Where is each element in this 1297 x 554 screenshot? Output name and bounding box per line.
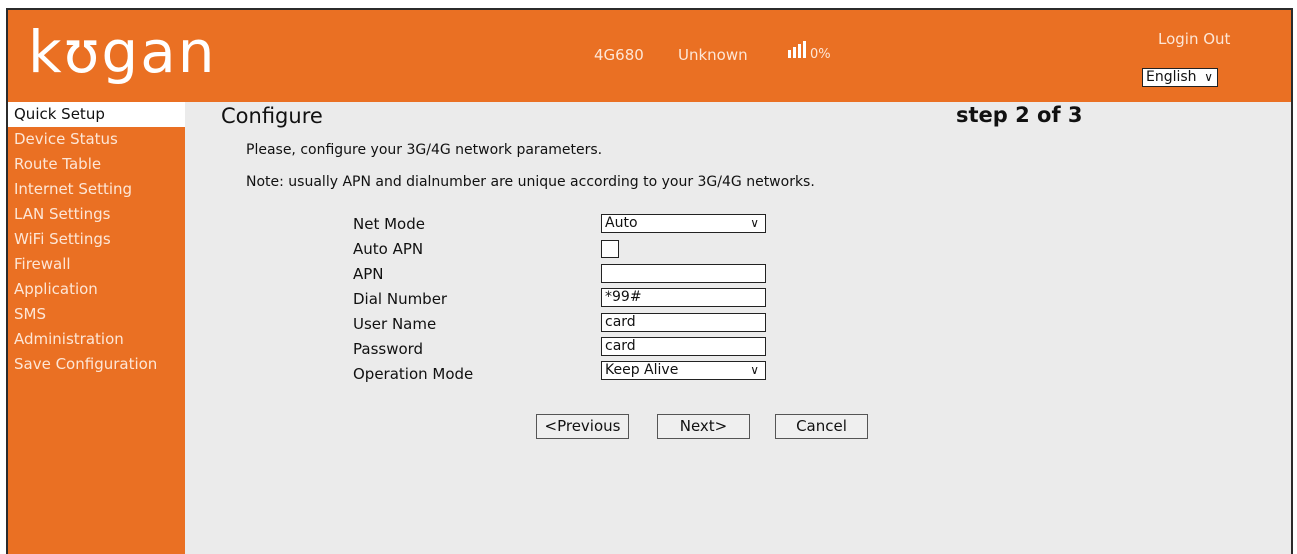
auto-apn-checkbox[interactable] <box>601 240 619 258</box>
password-input[interactable]: card <box>601 337 766 356</box>
chevron-down-icon: ∨ <box>750 216 759 230</box>
apn-input[interactable] <box>601 264 766 283</box>
dial-number-value: *99# <box>605 289 642 305</box>
sidebar-item-device-status[interactable]: Device Status <box>8 127 185 152</box>
previous-button[interactable]: <Previous <box>536 414 629 439</box>
device-model: 4G680 <box>594 46 644 64</box>
sidebar-item-quick-setup[interactable]: Quick Setup <box>8 102 185 127</box>
net-mode-label: Net Mode <box>353 215 425 233</box>
router-admin-frame: kʊgan 4G680 Unknown 0% Login Out English… <box>6 8 1293 554</box>
auto-apn-label: Auto APN <box>353 240 424 258</box>
step-indicator: step 2 of 3 <box>956 103 1083 127</box>
sidebar-item-internet-setting[interactable]: Internet Setting <box>8 177 185 202</box>
language-select[interactable]: English ∨ <box>1142 68 1218 87</box>
main-content: Configure step 2 of 3 Please, configure … <box>185 102 1291 554</box>
dial-number-input[interactable]: *99# <box>601 288 766 307</box>
apn-label: APN <box>353 265 384 283</box>
operation-mode-value: Keep Alive <box>605 362 679 378</box>
next-button[interactable]: Next> <box>657 414 750 439</box>
kogan-logo: kʊgan <box>28 18 217 86</box>
network-status: Unknown <box>678 46 748 64</box>
signal-bar <box>788 50 791 58</box>
password-value: card <box>605 338 636 354</box>
signal-bar <box>803 41 806 58</box>
sidebar-item-firewall[interactable]: Firewall <box>8 252 185 277</box>
logout-link[interactable]: Login Out <box>1158 30 1230 48</box>
user-name-label: User Name <box>353 315 437 333</box>
sidebar-item-route-table[interactable]: Route Table <box>8 152 185 177</box>
sidebar-item-sms[interactable]: SMS <box>8 302 185 327</box>
user-name-value: card <box>605 314 636 330</box>
signal-strength-icon <box>788 40 806 58</box>
note-text: Note: usually APN and dialnumber are uni… <box>246 174 815 190</box>
sidebar-item-save-configuration[interactable]: Save Configuration <box>8 352 185 377</box>
signal-bar <box>793 47 796 58</box>
signal-percent: 0% <box>810 47 831 62</box>
net-mode-select[interactable]: Auto ∨ <box>601 214 766 233</box>
net-mode-value: Auto <box>605 215 638 231</box>
sidebar-item-wifi-settings[interactable]: WiFi Settings <box>8 227 185 252</box>
operation-mode-select[interactable]: Keep Alive ∨ <box>601 361 766 380</box>
dial-number-label: Dial Number <box>353 290 448 308</box>
password-label: Password <box>353 340 424 358</box>
signal-bar <box>798 44 801 58</box>
operation-mode-label: Operation Mode <box>353 365 474 383</box>
chevron-down-icon: ∨ <box>750 363 759 377</box>
sidebar-item-administration[interactable]: Administration <box>8 327 185 352</box>
chevron-down-icon: ∨ <box>1204 70 1213 84</box>
cancel-button[interactable]: Cancel <box>775 414 868 439</box>
sidebar-item-lan-settings[interactable]: LAN Settings <box>8 202 185 227</box>
page-title: Configure <box>221 104 323 128</box>
sidebar-nav: Quick Setup Device Status Route Table In… <box>8 102 185 377</box>
intro-text: Please, configure your 3G/4G network par… <box>246 142 603 158</box>
user-name-input[interactable]: card <box>601 313 766 332</box>
sidebar-item-application[interactable]: Application <box>8 277 185 302</box>
language-value: English <box>1146 69 1197 85</box>
